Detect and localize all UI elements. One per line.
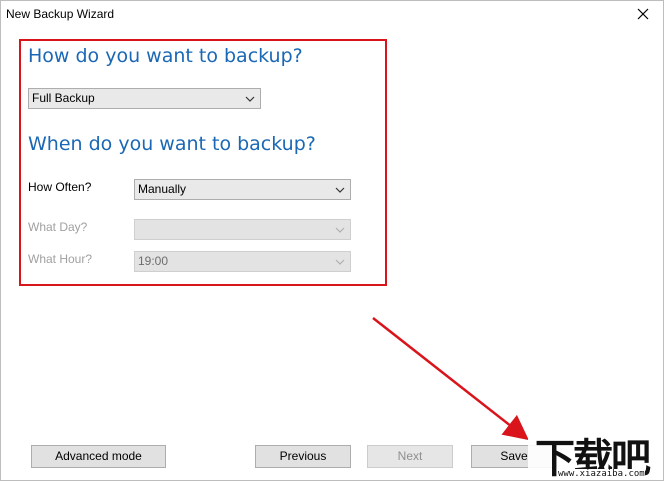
wizard-window: New Backup Wizard How do you want to bac… — [0, 0, 664, 481]
annotation-arrow — [372, 317, 529, 441]
advanced-mode-button[interactable]: Advanced mode — [31, 445, 166, 468]
title-bar: New Backup Wizard — [1, 1, 663, 29]
window-title: New Backup Wizard — [6, 7, 115, 21]
close-icon — [637, 8, 649, 20]
watermark-url: www.xiazaiba.com — [558, 469, 645, 479]
annotation-highlight-box — [19, 39, 387, 286]
watermark-logo: 下载吧 www.xiazaiba.com — [528, 426, 663, 481]
close-button[interactable] — [629, 3, 657, 25]
previous-button[interactable]: Previous — [255, 445, 351, 468]
